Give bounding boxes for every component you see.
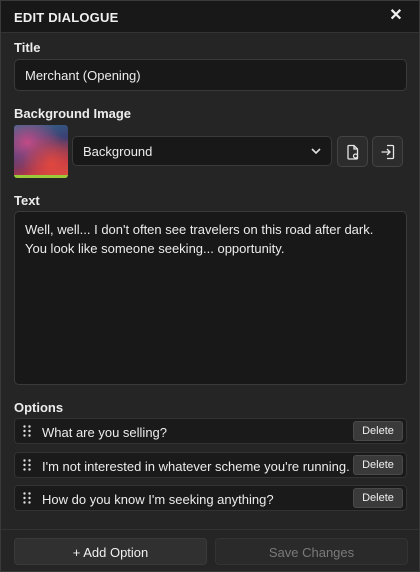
option-text: What are you selling? [42, 425, 168, 440]
chevron-down-icon [311, 148, 321, 155]
footer-divider [1, 529, 419, 530]
drag-handle-icon[interactable] [23, 492, 31, 504]
pick-file-button[interactable] [337, 136, 368, 167]
delete-option-button[interactable]: Delete [353, 455, 403, 475]
background-select[interactable]: Background [72, 136, 332, 166]
dialog-title: EDIT DIALOGUE [14, 10, 119, 25]
edit-dialogue-dialog: EDIT DIALOGUE ✕ Title Merchant (Opening)… [0, 0, 420, 572]
import-icon [381, 144, 395, 160]
background-image-label: Background Image [14, 106, 132, 121]
delete-option-button[interactable]: Delete [353, 488, 403, 508]
options-label: Options [14, 400, 64, 415]
option-text: How do you know I'm seeking anything? [42, 492, 274, 507]
title-input-value: Merchant (Opening) [25, 68, 141, 83]
text-area[interactable]: Well, well... I don't often see traveler… [14, 211, 407, 385]
save-changes-button[interactable]: Save Changes [215, 538, 408, 565]
drag-handle-icon[interactable] [23, 425, 31, 437]
option-text: I'm not interested in whatever scheme yo… [42, 459, 350, 474]
background-thumbnail[interactable] [14, 125, 68, 178]
add-option-button[interactable]: + Add Option [14, 538, 207, 565]
option-item[interactable]: What are you selling? Delete [14, 418, 407, 444]
text-area-value: Well, well... I don't often see traveler… [25, 222, 374, 256]
dialog-header: EDIT DIALOGUE ✕ [1, 1, 419, 33]
file-icon [347, 144, 359, 160]
option-item[interactable]: I'm not interested in whatever scheme yo… [14, 452, 407, 478]
option-item[interactable]: How do you know I'm seeking anything? De… [14, 485, 407, 511]
title-input[interactable]: Merchant (Opening) [14, 59, 407, 91]
background-select-value: Background [83, 144, 153, 159]
close-icon[interactable]: ✕ [387, 7, 405, 25]
import-button[interactable] [372, 136, 403, 167]
title-label: Title [14, 40, 41, 55]
text-label: Text [14, 193, 40, 208]
drag-handle-icon[interactable] [23, 459, 31, 471]
delete-option-button[interactable]: Delete [353, 421, 403, 441]
